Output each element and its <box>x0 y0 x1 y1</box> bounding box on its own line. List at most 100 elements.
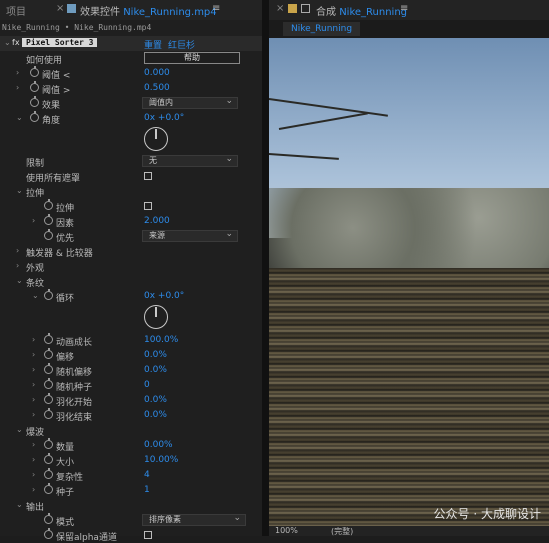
anim-growth-value[interactable]: 100.0% <box>144 335 178 345</box>
help-button[interactable]: 帮助 <box>144 52 240 64</box>
composition-viewer[interactable] <box>269 38 549 536</box>
feather-end-value[interactable]: 0.0% <box>144 410 167 420</box>
feather-start-value[interactable]: 0.0% <box>144 395 167 405</box>
panel-divider[interactable] <box>262 0 269 536</box>
stopwatch-icon[interactable] <box>44 289 53 300</box>
output-row[interactable]: ⌄ 输出 <box>0 498 262 513</box>
wave-label: 爆波 <box>26 428 45 438</box>
complexity-value[interactable]: 4 <box>144 470 150 480</box>
trigger-label: 触发器 & 比较器 <box>26 249 93 259</box>
stopwatch-icon[interactable] <box>30 66 39 77</box>
chevron-down-icon[interactable]: ⌄ <box>16 113 23 122</box>
effect-header[interactable]: ⌄ fx Pixel Sorter 3 重置 红巨杉 <box>0 36 262 51</box>
stopwatch-icon[interactable] <box>44 378 53 389</box>
lock-icon[interactable] <box>288 4 297 13</box>
limit-dropdown[interactable]: 无 <box>142 154 238 167</box>
project-tab[interactable]: 项目 <box>6 3 26 18</box>
stopwatch-icon[interactable] <box>44 468 53 479</box>
angle-value[interactable]: 0x +0.0° <box>144 113 184 123</box>
wave-row[interactable]: ⌄ 爆波 <box>0 423 262 438</box>
stopwatch-icon[interactable] <box>30 96 39 107</box>
chevron-right-icon[interactable]: › <box>32 335 35 344</box>
stripes-row[interactable]: ⌄ 条纹 <box>0 274 262 289</box>
stopwatch-icon[interactable] <box>44 408 53 419</box>
stopwatch-icon[interactable] <box>44 199 53 210</box>
fx-icon[interactable]: fx <box>12 38 20 47</box>
threshold-gt-value[interactable]: 0.500 <box>144 83 170 93</box>
effect-dropdown[interactable]: 阈值内 <box>142 96 238 109</box>
stopwatch-icon[interactable] <box>44 393 53 404</box>
red-giant-link[interactable]: 红巨杉 <box>168 38 195 51</box>
stretch-group-label: 拉伸 <box>26 189 45 199</box>
effects-tab[interactable]: 效果控件 Nike_Running.mp4 <box>80 3 217 18</box>
mode-dropdown[interactable]: 排序像素 <box>142 513 246 526</box>
trigger-row[interactable]: › 触发器 & 比较器 <box>0 244 262 259</box>
loop-dial[interactable] <box>144 305 168 329</box>
stopwatch-icon[interactable] <box>30 111 39 122</box>
chevron-right-icon[interactable]: › <box>32 485 35 494</box>
chevron-right-icon[interactable]: › <box>16 68 19 77</box>
comp-subtab[interactable]: Nike_Running <box>283 22 361 36</box>
stopwatch-icon[interactable] <box>44 363 53 374</box>
comp-tab[interactable]: 合成 Nike_Running <box>316 3 407 18</box>
reset-link[interactable]: 重置 <box>144 38 162 51</box>
count-label: 数量 <box>56 443 75 453</box>
close-icon[interactable]: × <box>56 3 64 14</box>
stopwatch-icon[interactable] <box>44 528 53 539</box>
rand-seed-value[interactable]: 0 <box>144 380 150 390</box>
threshold-lt-value[interactable]: 0.000 <box>144 68 170 78</box>
stopwatch-icon[interactable] <box>30 81 39 92</box>
use-all-masks-row: 使用所有遮罩 <box>0 169 262 184</box>
keep-alpha-checkbox[interactable] <box>144 531 152 539</box>
stopwatch-icon[interactable] <box>44 229 53 240</box>
chevron-right-icon[interactable]: › <box>16 246 19 255</box>
offset-value[interactable]: 0.0% <box>144 350 167 360</box>
size-value[interactable]: 10.00% <box>144 455 178 465</box>
chevron-right-icon[interactable]: › <box>32 440 35 449</box>
rand-offset-value[interactable]: 0.0% <box>144 365 167 375</box>
chevron-right-icon[interactable]: › <box>32 216 35 225</box>
stopwatch-icon[interactable] <box>44 453 53 464</box>
anim-growth-label: 动画成长 <box>56 338 93 348</box>
priority-dropdown[interactable]: 来源 <box>142 229 238 242</box>
chevron-right-icon[interactable]: › <box>32 395 35 404</box>
stopwatch-icon[interactable] <box>44 214 53 225</box>
chevron-right-icon[interactable]: › <box>16 261 19 270</box>
count-value[interactable]: 0.00% <box>144 440 173 450</box>
chevron-right-icon[interactable]: › <box>32 410 35 419</box>
chevron-right-icon[interactable]: › <box>16 83 19 92</box>
close-icon[interactable]: × <box>276 3 284 14</box>
factor-value[interactable]: 2.000 <box>144 216 170 226</box>
zoom-select[interactable]: 100% <box>275 526 298 535</box>
chevron-right-icon[interactable]: › <box>32 455 35 464</box>
stopwatch-icon[interactable] <box>44 438 53 449</box>
breadcrumb: Nike_Running • Nike_Running.mp4 <box>2 23 152 32</box>
chevron-right-icon[interactable]: › <box>32 470 35 479</box>
seed-value[interactable]: 1 <box>144 485 150 495</box>
seed-label: 种子 <box>56 488 75 498</box>
stopwatch-icon[interactable] <box>44 348 53 359</box>
chevron-down-icon[interactable]: ⌄ <box>16 186 23 195</box>
chevron-right-icon[interactable]: › <box>32 350 35 359</box>
chevron-down-icon[interactable]: ⌄ <box>16 500 23 509</box>
use-all-masks-checkbox[interactable] <box>144 172 152 180</box>
chevron-down-icon[interactable]: ⌄ <box>4 38 11 47</box>
chevron-right-icon[interactable]: › <box>32 365 35 374</box>
appearance-row[interactable]: › 外观 <box>0 259 262 274</box>
menu-icon[interactable]: ≡ <box>400 3 408 14</box>
chevron-down-icon[interactable]: ⌄ <box>16 276 23 285</box>
chevron-down-icon[interactable]: ⌄ <box>32 291 39 300</box>
menu-icon[interactable]: ≡ <box>212 3 220 14</box>
stretch-checkbox[interactable] <box>144 202 152 210</box>
stopwatch-icon[interactable] <box>44 333 53 344</box>
angle-dial[interactable] <box>144 127 168 151</box>
stopwatch-icon[interactable] <box>44 513 53 524</box>
resolution-select[interactable]: (完整) <box>331 526 353 537</box>
priority-row: 优先 来源 <box>0 229 262 244</box>
loop-value[interactable]: 0x +0.0° <box>144 291 184 301</box>
chevron-down-icon[interactable]: ⌄ <box>16 425 23 434</box>
stretch-group-row[interactable]: ⌄ 拉伸 <box>0 184 262 199</box>
threshold-lt-row: › 阈值 < 0.000 <box>0 66 262 81</box>
stopwatch-icon[interactable] <box>44 483 53 494</box>
chevron-right-icon[interactable]: › <box>32 380 35 389</box>
